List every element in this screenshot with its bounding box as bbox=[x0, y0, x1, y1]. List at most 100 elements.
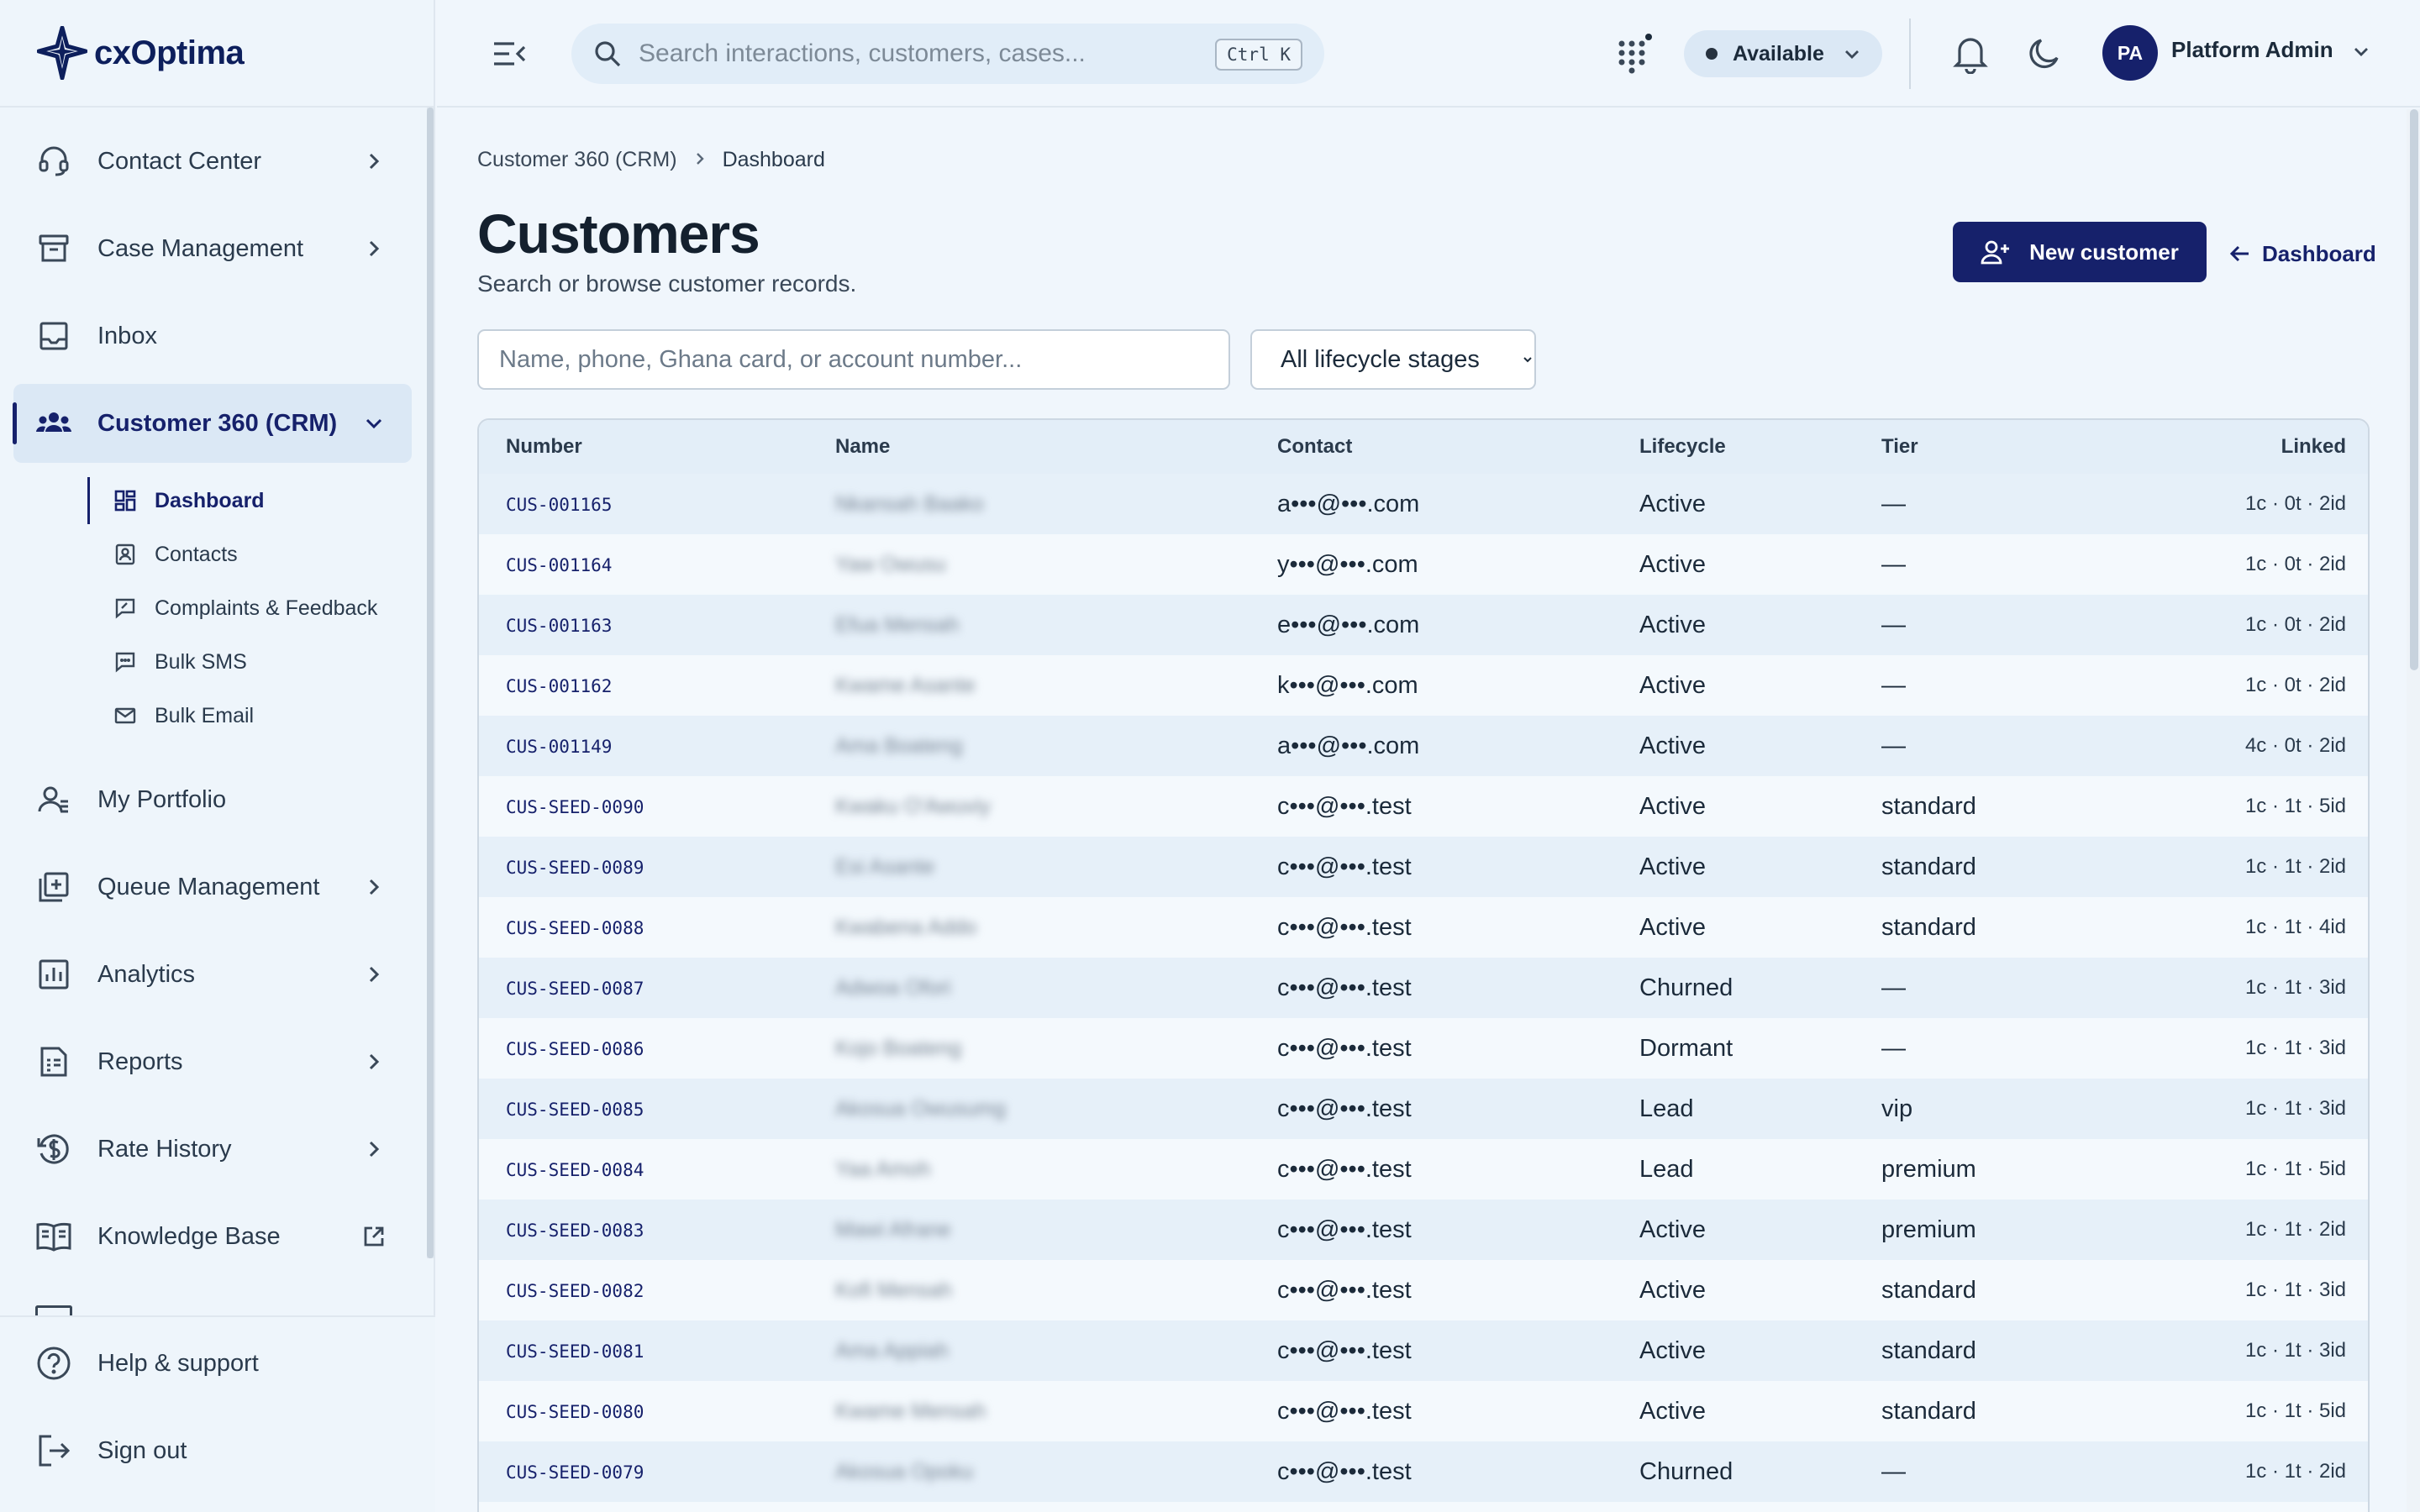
avatar[interactable]: PA bbox=[2102, 25, 2158, 81]
chevron-right-icon bbox=[369, 240, 380, 257]
subitem-complaints-feedback[interactable]: Complaints & Feedback bbox=[87, 585, 407, 632]
table-row[interactable]: CUS-001165 Nkansah Baako a•••@•••.com Activ… bbox=[479, 474, 2368, 534]
help-support-link[interactable]: Help & support bbox=[13, 1324, 412, 1403]
cell-number[interactable]: CUS-SEED-0079 bbox=[506, 1462, 644, 1483]
sidebar-item-contact-center[interactable]: Contact Center bbox=[13, 122, 412, 201]
sidebar-item-customer-360[interactable]: Customer 360 (CRM) bbox=[13, 384, 412, 463]
column-header-linked[interactable]: Linked bbox=[2281, 435, 2346, 459]
sidebar-item-label: Analytics bbox=[97, 960, 196, 988]
column-header-tier[interactable]: Tier bbox=[1881, 435, 1918, 459]
sidebar-item-my-portfolio[interactable]: My Portfolio bbox=[13, 760, 412, 839]
sidebar-item-reports[interactable]: Reports bbox=[13, 1022, 412, 1101]
customer-search-input[interactable] bbox=[477, 329, 1230, 390]
archive-icon bbox=[35, 230, 72, 267]
table-row[interactable]: CUS-001164 Yaw Owusu y•••@•••.com Active — 1c… bbox=[479, 534, 2368, 595]
cell-tier: standard bbox=[1881, 914, 1976, 941]
global-search[interactable]: Ctrl K bbox=[571, 24, 1324, 84]
sidebar-item-label: Inbox bbox=[97, 322, 157, 349]
table-row[interactable]: CUS-SEED-0090 Kwaku O'Awuviy c•••@•••.test… bbox=[479, 776, 2368, 837]
cell-number[interactable]: CUS-001149 bbox=[506, 737, 612, 757]
sidebar-item-rate-history[interactable]: Rate History bbox=[13, 1110, 412, 1189]
subitem-bulk-email[interactable]: Bulk Email bbox=[87, 692, 407, 739]
help-support-label: Help & support bbox=[97, 1349, 259, 1377]
table-row[interactable]: CUS-SEED-0088 Kwabena Addo c•••@•••.test Ac… bbox=[479, 897, 2368, 958]
cell-number[interactable]: CUS-SEED-0082 bbox=[506, 1281, 644, 1301]
notifications-button[interactable] bbox=[1951, 34, 1990, 75]
main-scrollbar[interactable] bbox=[2407, 109, 2420, 1512]
sidebar-item-inbox[interactable]: Inbox bbox=[13, 297, 412, 375]
sidebar-item-label: Queue Management bbox=[97, 873, 320, 900]
subitem-dashboard[interactable]: Dashboard bbox=[87, 477, 407, 524]
new-customer-label: New customer bbox=[2029, 239, 2179, 265]
cell-number[interactable]: CUS-001165 bbox=[506, 495, 612, 515]
main-scrollbar-thumb[interactable] bbox=[2410, 109, 2418, 670]
table-row[interactable]: CUS-001149 Ama Boateng a•••@•••.com Active —… bbox=[479, 716, 2368, 776]
sidebar-scrollbar-thumb[interactable] bbox=[427, 108, 434, 1258]
column-header-contact[interactable]: Contact bbox=[1277, 435, 1352, 459]
agent-status-dropdown[interactable]: Available bbox=[1684, 30, 1882, 77]
column-header-lifecycle[interactable]: Lifecycle bbox=[1639, 435, 1726, 459]
chevron-down-icon[interactable] bbox=[2349, 40, 2373, 64]
cell-lifecycle: Active bbox=[1639, 914, 1706, 941]
chevron-down-icon bbox=[366, 418, 382, 429]
sidebar-item-knowledge-base[interactable]: Knowledge Base bbox=[13, 1197, 412, 1276]
sidebar-scrollbar[interactable] bbox=[427, 108, 434, 1258]
cell-name: Mawi Afrane bbox=[835, 1218, 951, 1242]
logo[interactable]: cxOptima bbox=[0, 0, 434, 108]
cell-number[interactable]: CUS-SEED-0086 bbox=[506, 1039, 644, 1059]
column-header-number[interactable]: Number bbox=[506, 435, 582, 459]
subitem-contacts[interactable]: Contacts bbox=[87, 531, 407, 578]
theme-toggle-button[interactable] bbox=[2027, 35, 2064, 72]
table-row[interactable]: CUS-SEED-0079 Akosua Opoku c•••@•••.test Ch… bbox=[479, 1441, 2368, 1502]
cell-number[interactable]: CUS-SEED-0080 bbox=[506, 1402, 644, 1422]
chevron-right-icon bbox=[369, 879, 380, 895]
table-row[interactable]: CUS-001163 Efua Mensah e•••@•••.com Active —… bbox=[479, 595, 2368, 655]
table-row[interactable]: CUS-SEED-0084 Yaa Amoh c•••@•••.test Lead pr… bbox=[479, 1139, 2368, 1200]
cell-contact: a•••@•••.com bbox=[1277, 491, 1420, 517]
cell-number[interactable]: CUS-SEED-0087 bbox=[506, 979, 644, 999]
table-row[interactable]: CUS-001162 Kwame Asante k•••@•••.com Active… bbox=[479, 655, 2368, 716]
user-name[interactable]: Platform Admin bbox=[2171, 37, 2333, 63]
new-customer-button[interactable]: New customer bbox=[1953, 222, 2207, 282]
cell-number[interactable]: CUS-SEED-0088 bbox=[506, 918, 644, 938]
sign-out-button[interactable]: Sign out bbox=[13, 1411, 412, 1490]
sidebar-item-queue-management[interactable]: Queue Management bbox=[13, 848, 412, 927]
page-subtitle: Search or browse customer records. bbox=[477, 270, 857, 297]
cell-number[interactable]: CUS-SEED-0084 bbox=[506, 1160, 644, 1180]
sidebar-item-analytics[interactable]: Analytics bbox=[13, 935, 412, 1014]
table-row[interactable]: CUS-SEED-0089 Esi Asante c•••@•••.test Acti… bbox=[479, 837, 2368, 897]
table-row[interactable]: CUS-SEED-0087 Adwoa Ofori c•••@•••.test Chu… bbox=[479, 958, 2368, 1018]
sidebar-nav: Contact Center Case Management Inbox Cus… bbox=[0, 108, 429, 1315]
sidebar-item-case-management[interactable]: Case Management bbox=[13, 209, 412, 288]
table-row[interactable]: CUS-SEED-0083 Mawi Afrane c•••@•••.test Act… bbox=[479, 1200, 2368, 1260]
chevron-right-icon bbox=[369, 966, 380, 983]
contact-card-icon bbox=[113, 542, 138, 567]
table-row[interactable]: CUS-SEED-0081 Ama Appiah c•••@•••.test Acti… bbox=[479, 1320, 2368, 1381]
cell-number[interactable]: CUS-SEED-0090 bbox=[506, 797, 644, 817]
cell-name: Kwabena Addo bbox=[835, 916, 977, 939]
global-search-input[interactable] bbox=[639, 39, 1210, 68]
cell-linked: 1c · 1t · 4id bbox=[2244, 916, 2346, 938]
cell-number[interactable]: CUS-SEED-0081 bbox=[506, 1341, 644, 1362]
cell-number[interactable]: CUS-SEED-0089 bbox=[506, 858, 644, 878]
table-row[interactable]: CUS-SEED-0082 Kofi Mensah c•••@•••.test Act… bbox=[479, 1260, 2368, 1320]
cell-number[interactable]: CUS-SEED-0083 bbox=[506, 1221, 644, 1241]
back-to-dashboard-link[interactable]: Dashboard bbox=[2228, 239, 2376, 269]
cell-number[interactable]: CUS-001163 bbox=[506, 616, 612, 636]
table-row[interactable]: CUS-SEED-0080 Kwame Mensah c•••@•••.test Ac… bbox=[479, 1381, 2368, 1441]
cell-name: Kwaku O'Awuviy bbox=[835, 795, 991, 818]
collapse-sidebar-button[interactable] bbox=[491, 35, 529, 72]
cell-number[interactable]: CUS-001164 bbox=[506, 555, 612, 575]
dialpad-button[interactable] bbox=[1613, 34, 1654, 74]
column-header-name[interactable]: Name bbox=[835, 435, 890, 459]
user-portfolio-icon bbox=[35, 781, 72, 818]
cell-number[interactable]: CUS-001162 bbox=[506, 676, 612, 696]
lifecycle-stage-select[interactable]: All lifecycle stages bbox=[1250, 329, 1536, 390]
table-row[interactable]: CUS-SEED-0085 Akosua Owusumg c•••@•••.test… bbox=[479, 1079, 2368, 1139]
cell-name: Kwame Mensah bbox=[835, 1399, 986, 1423]
cell-number[interactable]: CUS-SEED-0085 bbox=[506, 1100, 644, 1120]
subitem-bulk-sms[interactable]: Bulk SMS bbox=[87, 638, 407, 685]
breadcrumb-parent[interactable]: Customer 360 (CRM) bbox=[477, 148, 677, 172]
table-row[interactable]: CUS-SEED-0086 Kojo Boateng c•••@•••.test Do… bbox=[479, 1018, 2368, 1079]
help-icon bbox=[35, 1345, 72, 1382]
